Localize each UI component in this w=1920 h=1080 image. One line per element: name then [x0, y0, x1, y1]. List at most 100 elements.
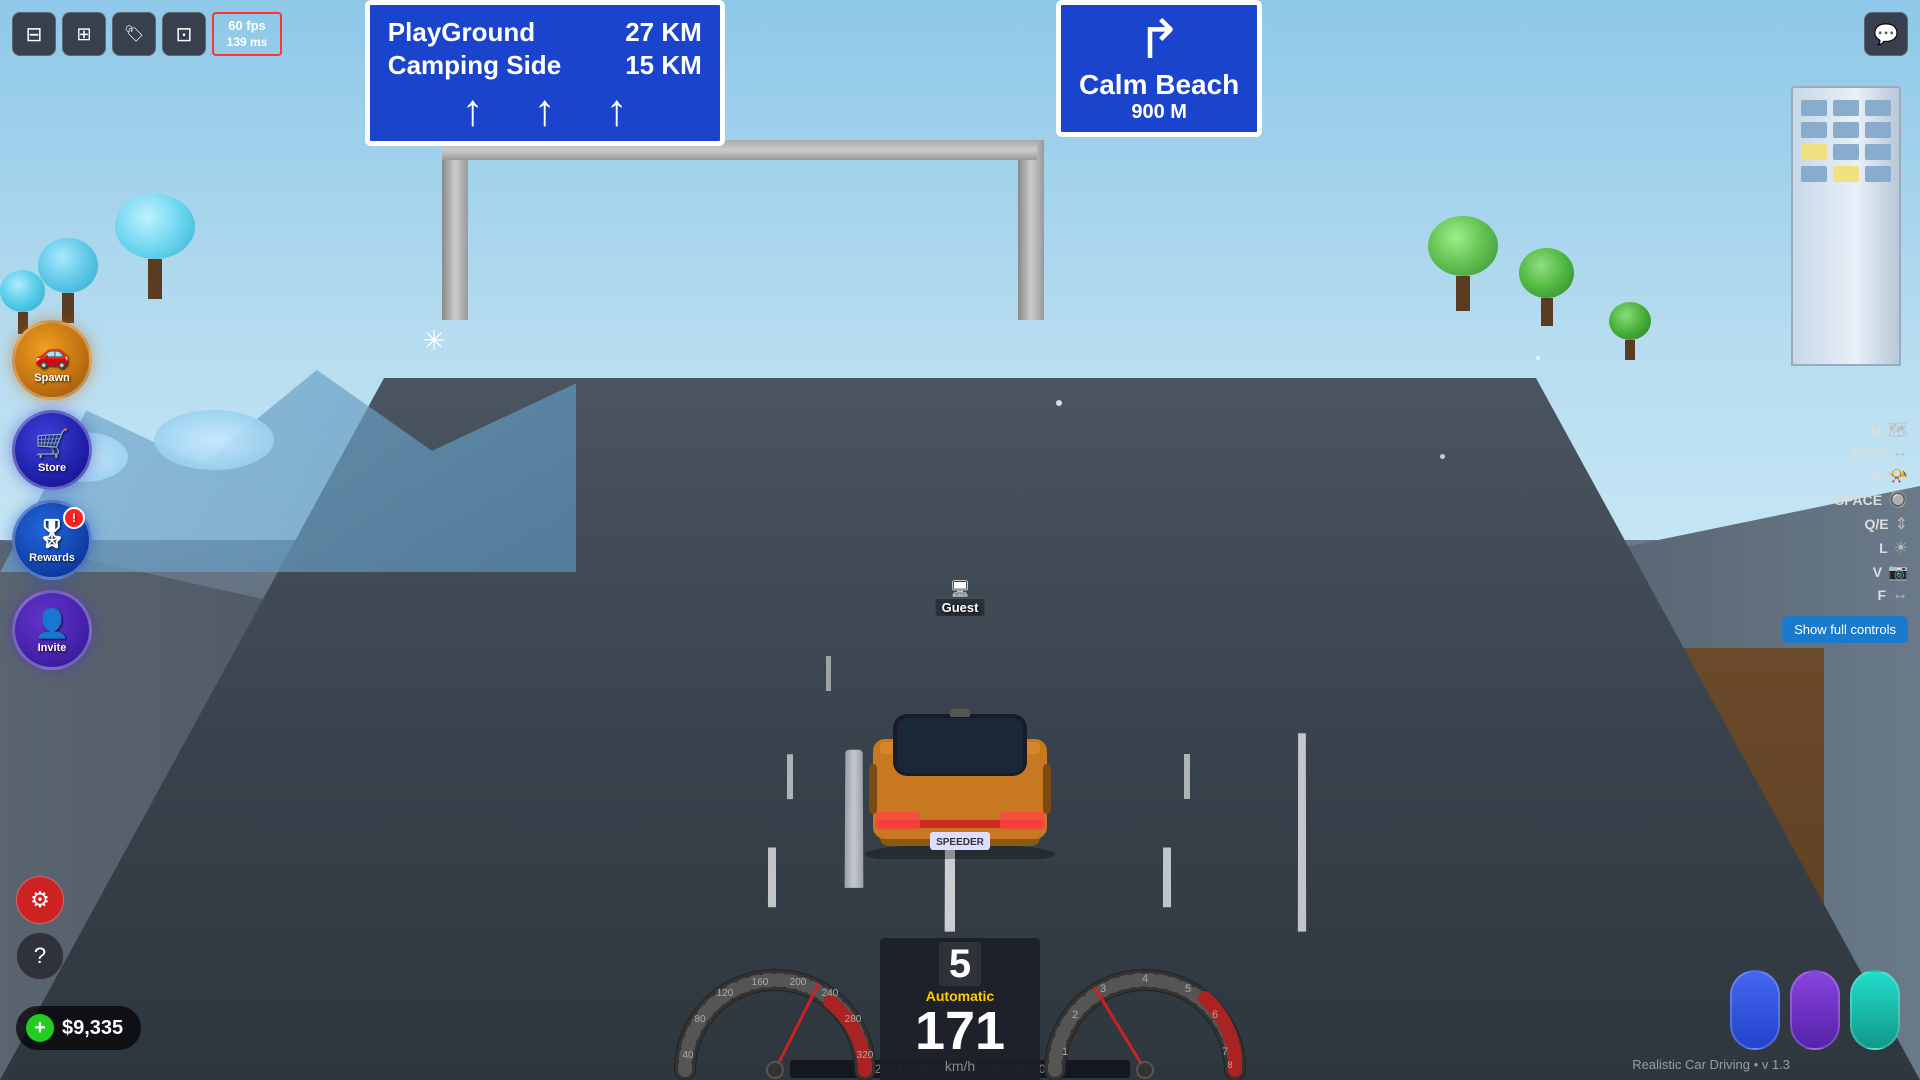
- store-label: Store: [38, 462, 66, 474]
- rpm-gauge: 1 2 3 4 5 6 7 8: [1040, 950, 1250, 1080]
- help-button[interactable]: ?: [16, 932, 64, 980]
- settings-icon: ⚙: [30, 887, 50, 913]
- svg-text:2: 2: [1072, 1009, 1078, 1021]
- sign-camping-dist: 15 KM: [625, 50, 702, 81]
- tree-right-1: [1519, 248, 1574, 326]
- horn-key: H: [1872, 468, 1882, 484]
- show-full-controls-button[interactable]: Show full controls: [1782, 616, 1908, 643]
- grid-icon: ⊡: [176, 22, 193, 47]
- svg-text:120: 120: [717, 988, 734, 999]
- side-menu: 🚗 Spawn 🛒 Store ! 🎖 Rewards 👤 Invite: [12, 320, 92, 670]
- lane-mark-r1: [1163, 848, 1171, 908]
- clip-icon: 🏷: [124, 24, 144, 44]
- money-display: + $9,335: [16, 1006, 141, 1050]
- map-key: M: [1870, 422, 1882, 438]
- gear-number: 5: [949, 942, 971, 986]
- settings-button[interactable]: ⚙: [16, 876, 64, 924]
- speed-unit: km/h: [880, 1058, 1040, 1074]
- screenshot-button[interactable]: ⊟: [12, 12, 56, 56]
- store-button[interactable]: 🛒 Store: [12, 410, 92, 490]
- sign-camping-label: Camping Side: [388, 50, 561, 81]
- invite-icon: 👤: [35, 607, 70, 640]
- svg-text:280: 280: [845, 1014, 862, 1025]
- windows-key: Q/E: [1864, 516, 1888, 532]
- gear-box: 5: [939, 942, 981, 986]
- add-money-button[interactable]: +: [26, 1014, 54, 1042]
- lane-mark-1: [768, 848, 776, 908]
- highway-sign-right: ↱ Calm Beach 900 M: [1056, 0, 1262, 137]
- horn-icon: 📯: [1888, 466, 1908, 486]
- version-separator: •: [1754, 1057, 1762, 1072]
- center-speed-display: 5 Automatic 171 km/h: [880, 938, 1040, 1080]
- svg-text:SPEEDER: SPEEDER: [936, 837, 985, 848]
- svg-text:1: 1: [1062, 1046, 1068, 1058]
- color-orb-purple[interactable]: [1790, 970, 1840, 1050]
- clip-button[interactable]: 🏷: [112, 12, 156, 56]
- control-windows: Q/E ⇕: [1782, 514, 1908, 534]
- sign-calm-beach-label: Calm Beach: [1079, 69, 1239, 101]
- game-version: v 1.3: [1762, 1057, 1790, 1072]
- gantry-pole-left: [442, 140, 468, 320]
- record-button[interactable]: ⊞: [62, 12, 106, 56]
- sign-calm-beach-dist: 900 M: [1079, 101, 1239, 124]
- chat-button[interactable]: 💬: [1864, 12, 1908, 56]
- svg-text:160: 160: [752, 977, 769, 988]
- invite-button[interactable]: 👤 Invite: [12, 590, 92, 670]
- flip-icon: ↔: [1892, 586, 1908, 604]
- flip-key: F: [1877, 587, 1886, 603]
- control-camera: Z/X/C ↔: [1782, 444, 1908, 462]
- view-icon: 📷: [1888, 562, 1908, 582]
- snow-dot-1: [1056, 400, 1062, 406]
- screenshot-icon: ⊟: [26, 22, 43, 47]
- lane-mark-r2: [1184, 754, 1190, 799]
- grid-button[interactable]: ⊡: [162, 12, 206, 56]
- control-lights: L ☀: [1782, 538, 1908, 558]
- svg-text:4: 4: [1142, 973, 1148, 985]
- snowflake-particle: ✳: [422, 324, 445, 357]
- rpm-svg: 1 2 3 4 5 6 7 8: [1040, 950, 1250, 1080]
- camera-icon: ↔: [1892, 444, 1908, 462]
- speedometer-gauge: 40 80 120 160 200 240 280 320: [670, 950, 880, 1080]
- speedometer-svg: 40 80 120 160 200 240 280 320: [670, 950, 880, 1080]
- right-edge-line: [1297, 733, 1305, 931]
- player-name-text: Guest: [936, 599, 985, 616]
- invite-label: Invite: [38, 642, 67, 654]
- help-icon: ?: [34, 943, 46, 969]
- player-car: SPEEDER: [855, 684, 1065, 864]
- color-orb-blue[interactable]: [1730, 970, 1780, 1050]
- sign-arrow-center: ↑: [534, 89, 556, 133]
- speed-number: 171: [880, 1004, 1040, 1058]
- version-text: Realistic Car Driving • v 1.3: [1632, 1057, 1790, 1072]
- lane-mark-2: [787, 755, 793, 800]
- tree-left-2: [115, 194, 195, 299]
- svg-text:200: 200: [790, 977, 807, 988]
- dashboard: 40 80 120 160 200 240 280 320 5 Automati…: [700, 950, 1220, 1080]
- sign-playground-label: PlayGround: [388, 17, 535, 48]
- record-icon: ⊞: [76, 24, 91, 45]
- svg-text:80: 80: [694, 1014, 706, 1025]
- rewards-badge: !: [63, 507, 85, 529]
- sign-arrow-left: ↑: [462, 89, 484, 133]
- fps-counter: 60 fps 139 ms: [212, 12, 282, 56]
- game-scene: ✳ PlayGround 27 KM Camping Side 15 KM ↑ …: [0, 0, 1920, 1080]
- windows-icon: ⇕: [1895, 514, 1908, 534]
- spawn-button[interactable]: 🚗 Spawn: [12, 320, 92, 400]
- gantry-pole-right: [1018, 140, 1044, 320]
- control-handbrake: SPACE 🔘: [1782, 490, 1908, 510]
- lights-icon: ☀: [1894, 538, 1908, 558]
- fps-value: 60 fps: [228, 18, 266, 35]
- color-orb-teal[interactable]: [1850, 970, 1900, 1050]
- svg-text:6: 6: [1212, 1009, 1218, 1021]
- toolbar-topleft: ⊟ ⊞ 🏷 ⊡ 60 fps 139 ms: [12, 12, 282, 56]
- controls-legend: M 🗺 Z/X/C ↔ H 📯 SPACE 🔘 Q/E ⇕ L ☀ V 📷 F: [1782, 420, 1908, 643]
- handbrake-key: SPACE: [1835, 492, 1882, 508]
- rewards-button[interactable]: ! 🎖 Rewards: [12, 500, 92, 580]
- money-amount: $9,335: [62, 1017, 123, 1040]
- snow-bush-1: [154, 410, 274, 470]
- bottom-left-buttons: ⚙ ?: [16, 876, 64, 980]
- control-flip: F ↔: [1782, 586, 1908, 604]
- car-svg: SPEEDER: [855, 684, 1065, 859]
- highway-sign-left: PlayGround 27 KM Camping Side 15 KM ↑ ↑ …: [365, 0, 725, 146]
- ms-value: 139 ms: [227, 35, 268, 51]
- spawn-label: Spawn: [34, 372, 69, 384]
